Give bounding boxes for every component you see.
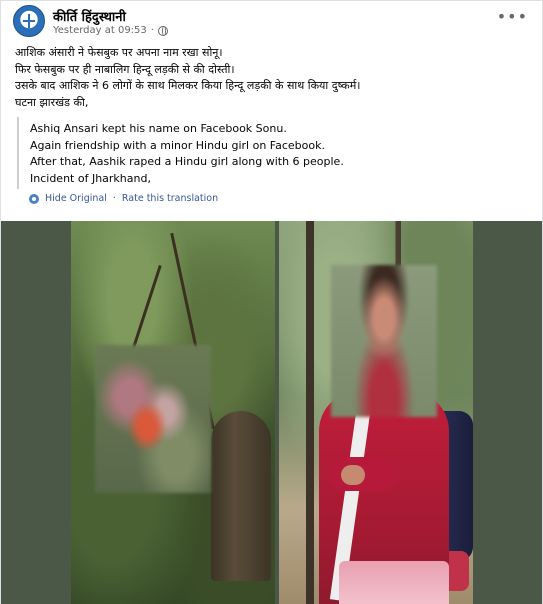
person-hand [341,465,365,485]
post-timestamp[interactable]: Yesterday at 09:53 [53,25,147,36]
post-text-line: उसके बाद आशिक ने 6 लोगों के साथ मिलकर कि… [15,79,361,92]
blurred-face [331,265,437,417]
more-horizontal-icon[interactable]: ••• [497,7,528,26]
translation-line: Ashiq Ansari kept his name on Facebook S… [30,122,287,135]
author-avatar[interactable] [13,5,45,37]
author-name[interactable]: कीर्ति हिंदुस्थानी [53,7,126,25]
translation-block: Ashiq Ansari kept his name on Facebook S… [17,117,527,189]
blurred-region [95,345,211,493]
post-text-line: घटना झारखंड की, [15,95,89,109]
tree-stump [211,411,271,581]
globe-icon[interactable] [157,25,168,36]
facebook-post: कीर्ति हिंदुस्थानी Yesterday at 09:53 · … [0,0,543,604]
post-header: कीर्ति हिंदुस्थानी Yesterday at 09:53 · … [1,1,542,41]
translation-controls: Hide Original · Rate this translation [29,193,218,204]
translation-line: Again friendship with a minor Hindu girl… [30,138,325,152]
photo-forest-scene [71,221,275,604]
hide-original-link[interactable]: Hide Original [45,193,107,204]
post-photo[interactable] [1,221,542,604]
post-text-line: फिर फेसबुक पर ही नाबालिग हिन्दू लड़की से… [15,62,235,76]
post-meta: Yesterday at 09:53 · [53,25,168,36]
gear-icon [29,193,39,204]
post-text: आशिक अंसारी ने फेसबुक पर अपना नाम रखा सो… [15,45,535,111]
post-text-line: आशिक अंसारी ने फेसबुक पर अपना नाम रखा सो… [15,46,223,59]
translation-line: After that, Aashik raped a Hindu girl al… [30,155,344,168]
translation-line: Incident of Jharkhand, [30,171,151,185]
person-skirt [339,561,449,604]
link-separator: · [112,193,116,204]
sep-dot: · [150,25,154,36]
photo-person [279,221,473,604]
rate-translation-link[interactable]: Rate this translation [122,193,218,204]
